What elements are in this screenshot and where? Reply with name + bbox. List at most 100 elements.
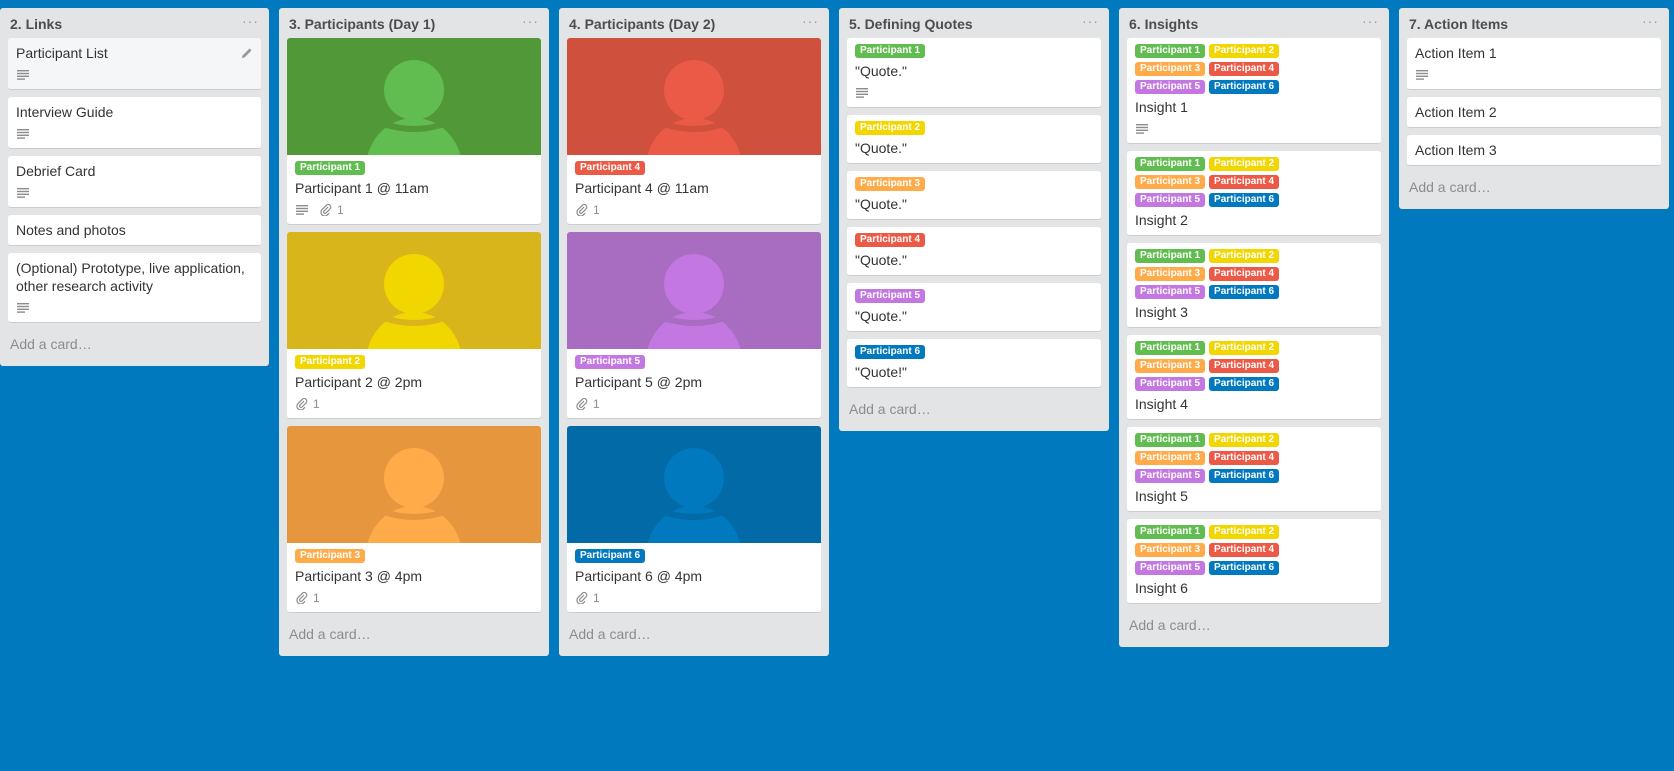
card-participant-5[interactable]: Participant 5 Participant 5 @ 2pm 1 [567, 232, 821, 419]
description-icon [16, 68, 30, 82]
person-icon [647, 254, 741, 349]
person-icon [367, 60, 461, 155]
label-participant-1: Participant 1 [295, 161, 366, 175]
card-participant-4[interactable]: Participant 4 Participant 4 @ 11am 1 [567, 38, 821, 225]
label-participant-5: Participant 5 [1135, 285, 1206, 299]
label-participant-6: Participant 6 [1209, 469, 1280, 483]
person-icon [367, 448, 461, 543]
card-action-item-2[interactable]: Action Item 2 [1407, 97, 1661, 128]
paperclip-icon [295, 591, 309, 605]
list-title[interactable]: 4. Participants (Day 2) [569, 16, 715, 32]
card-title: Insight 2 [1135, 212, 1188, 228]
list-action-items: 7. Action Items ··· Action Item 1 Action… [1399, 8, 1669, 209]
card-insight-3[interactable]: Participant 1 Participant 2 Participant 3P… [1127, 243, 1381, 328]
list-title[interactable]: 3. Participants (Day 1) [289, 16, 435, 32]
card-quote-6[interactable]: Participant 6 "Quote!" [847, 339, 1101, 388]
list-menu-button[interactable]: ··· [522, 14, 539, 32]
list-insights: 6. Insights ··· Participant 1 Participant… [1119, 8, 1389, 647]
card-participant-list[interactable]: Participant List [8, 38, 261, 90]
label-participant-2: Participant 2 [1209, 341, 1280, 355]
card-cover [287, 232, 541, 349]
paperclip-icon [295, 397, 309, 411]
add-card-button[interactable]: Add a card… [1407, 173, 1661, 201]
card-title: Insight 6 [1135, 580, 1188, 596]
label-participant-4: Participant 4 [575, 161, 646, 175]
list-menu-button[interactable]: ··· [1082, 14, 1099, 32]
description-icon [855, 86, 869, 100]
card-insight-1[interactable]: Participant 1 Participant 2 Participant 3P… [1127, 38, 1381, 144]
list-menu-button[interactable]: ··· [1362, 14, 1379, 32]
card-quote-5[interactable]: Participant 5 "Quote." [847, 283, 1101, 332]
card-title: (Optional) Prototype, live application, … [16, 260, 245, 294]
attachment-count: 1 [593, 203, 600, 217]
paperclip-icon [575, 203, 589, 217]
card-quote-3[interactable]: Participant 3 "Quote." [847, 171, 1101, 220]
card-quote-1[interactable]: Participant 1 "Quote." [847, 38, 1101, 108]
label-participant-2: Participant 2 [1209, 157, 1280, 171]
card-prototype[interactable]: (Optional) Prototype, live application, … [8, 253, 261, 323]
board: 2. Links ··· Participant List Interview … [0, 8, 1674, 656]
label-participant-2: Participant 2 [1209, 249, 1280, 263]
card-title: Participant 1 @ 11am [295, 180, 429, 196]
card-insight-6[interactable]: Participant 1 Participant 2 Participant 3P… [1127, 519, 1381, 604]
attachment-badge: 1 [295, 591, 320, 605]
attachment-badge: 1 [319, 203, 344, 217]
card-insight-4[interactable]: Participant 1 Participant 2 Participant 3P… [1127, 335, 1381, 420]
card-quote-4[interactable]: Participant 4 "Quote." [847, 227, 1101, 276]
add-card-button[interactable]: Add a card… [847, 395, 1101, 423]
label-participant-5: Participant 5 [1135, 193, 1206, 207]
list-menu-button[interactable]: ··· [242, 14, 259, 32]
card-notes-and-photos[interactable]: Notes and photos [8, 215, 261, 246]
card-title: "Quote." [855, 196, 907, 212]
label-participant-3: Participant 3 [1135, 543, 1206, 557]
list-links: 2. Links ··· Participant List Interview … [0, 8, 269, 366]
label-participant-5: Participant 5 [855, 289, 926, 303]
card-cover [287, 38, 541, 155]
card-participant-6[interactable]: Participant 6 Participant 6 @ 4pm 1 [567, 426, 821, 613]
card-participant-2[interactable]: Participant 2 Participant 2 @ 2pm 1 [287, 232, 541, 419]
list-title[interactable]: 2. Links [10, 16, 62, 32]
pencil-icon[interactable] [241, 46, 253, 58]
list-header: 6. Insights ··· [1127, 8, 1381, 38]
card-cover [567, 426, 821, 543]
list-title[interactable]: 6. Insights [1129, 16, 1198, 32]
add-card-button[interactable]: Add a card… [567, 620, 821, 648]
list-title[interactable]: 7. Action Items [1409, 16, 1508, 32]
paperclip-icon [575, 591, 589, 605]
card-title: "Quote." [855, 140, 907, 156]
description-icon [295, 203, 309, 217]
card-title: "Quote." [855, 63, 907, 79]
card-title: Participant 3 @ 4pm [295, 568, 423, 584]
attachment-count: 1 [313, 591, 320, 605]
add-card-button[interactable]: Add a card… [287, 620, 541, 648]
card-insight-2[interactable]: Participant 1 Participant 2 Participant 3P… [1127, 151, 1381, 236]
card-title: Notes and photos [16, 222, 126, 238]
card-insight-5[interactable]: Participant 1 Participant 2 Participant 3P… [1127, 427, 1381, 512]
card-title: Debrief Card [16, 163, 96, 179]
list-title[interactable]: 5. Defining Quotes [849, 16, 973, 32]
list-menu-button[interactable]: ··· [802, 14, 819, 32]
card-action-item-3[interactable]: Action Item 3 [1407, 135, 1661, 166]
list-header: 4. Participants (Day 2) ··· [567, 8, 821, 38]
card-title: Participant 4 @ 11am [575, 180, 709, 196]
card-action-item-1[interactable]: Action Item 1 [1407, 38, 1661, 90]
card-quote-2[interactable]: Participant 2 "Quote." [847, 115, 1101, 164]
attachment-count: 1 [313, 397, 320, 411]
description-icon [1415, 68, 1429, 82]
attachment-badge: 1 [575, 397, 600, 411]
label-participant-6: Participant 6 [1209, 193, 1280, 207]
card-cover [567, 38, 821, 155]
card-interview-guide[interactable]: Interview Guide [8, 97, 261, 149]
card-participant-1[interactable]: Participant 1 Participant 1 @ 11am 1 [287, 38, 541, 225]
list-menu-button[interactable]: ··· [1642, 14, 1659, 32]
card-participant-3[interactable]: Participant 3 Participant 3 @ 4pm 1 [287, 426, 541, 613]
label-participant-4: Participant 4 [855, 233, 926, 247]
add-card-button[interactable]: Add a card… [8, 330, 261, 358]
attachment-count: 1 [593, 591, 600, 605]
label-participant-3: Participant 3 [855, 177, 926, 191]
list-participants-day-2: 4. Participants (Day 2) ··· Participant … [559, 8, 829, 656]
label-participant-5: Participant 5 [1135, 377, 1206, 391]
card-title: Participant 2 @ 2pm [295, 374, 423, 390]
card-debrief-card[interactable]: Debrief Card [8, 156, 261, 208]
add-card-button[interactable]: Add a card… [1127, 611, 1381, 639]
